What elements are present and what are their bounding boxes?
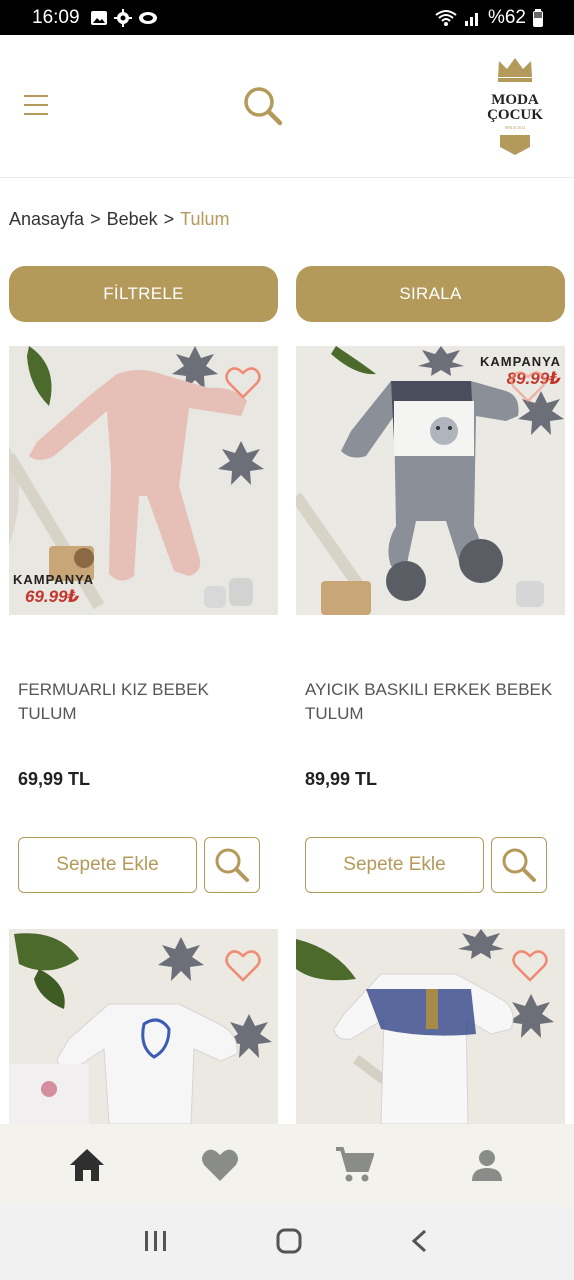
product-card[interactable]: [9, 929, 278, 1124]
breadcrumb-separator: >: [163, 209, 175, 229]
image-icon: [90, 10, 107, 25]
heart-outline-icon: [512, 950, 548, 982]
quick-view-button[interactable]: [491, 837, 547, 893]
menu-button[interactable]: [22, 91, 50, 119]
nav-cart[interactable]: [324, 1135, 384, 1195]
app-header: MODA ÇOCUK SINCE 2012: [0, 35, 574, 178]
status-bar: 16:09 %62: [0, 0, 574, 35]
product-card[interactable]: KAMPANYA 69.99₺ FERMUARLI KIZ BEBEK TULU…: [9, 346, 278, 906]
product-image[interactable]: [9, 929, 278, 1124]
gear-icon: [113, 8, 132, 27]
heart-outline-icon: [510, 371, 546, 403]
heart-icon: [202, 1149, 239, 1181]
logo-line1: MODA: [491, 92, 539, 108]
badge-title: KAMPANYA: [13, 572, 94, 587]
campaign-badge: KAMPANYA 69.99₺: [13, 572, 94, 607]
system-back-button[interactable]: [409, 1228, 431, 1259]
add-to-cart-button[interactable]: Sepete Ekle: [18, 837, 197, 893]
status-left: 16:09: [32, 7, 158, 29]
breadcrumb-separator: >: [90, 209, 101, 229]
recent-apps-icon: [145, 1230, 166, 1251]
product-card[interactable]: [296, 929, 565, 1124]
product-card[interactable]: KAMPANYA 89.99₺ AYICIK BASKILI ERKEK BEB…: [296, 346, 565, 906]
signal-icon: [464, 12, 478, 26]
favorite-button[interactable]: [511, 947, 549, 983]
product-image[interactable]: KAMPANYA 89.99₺: [296, 346, 565, 615]
filter-button[interactable]: FİLTRELE: [9, 266, 278, 322]
nav-account[interactable]: [457, 1135, 517, 1195]
user-icon: [472, 1150, 503, 1181]
product-price: 89,99 TL: [305, 769, 378, 789]
nav-home[interactable]: [57, 1135, 117, 1195]
search-button[interactable]: [242, 85, 284, 127]
status-time: 16:09: [32, 6, 80, 28]
logo-line2: ÇOCUK: [487, 107, 543, 123]
favorite-button[interactable]: [224, 364, 262, 400]
favorite-button[interactable]: [509, 368, 547, 404]
home-circle-icon: [276, 1228, 302, 1253]
search-icon: [502, 848, 536, 882]
status-notification-icons: [90, 8, 158, 27]
battery-icon: [533, 8, 543, 27]
brand-logo[interactable]: MODA ÇOCUK SINCE 2012: [480, 55, 550, 159]
system-nav: [0, 1206, 574, 1280]
product-price: 69,99 TL: [18, 769, 91, 789]
sort-button[interactable]: SIRALA: [296, 266, 565, 322]
system-home-button[interactable]: [275, 1227, 303, 1260]
battery-level: %62: [487, 6, 526, 28]
heart-outline-icon: [225, 367, 261, 399]
wifi-icon: [435, 9, 457, 26]
product-image[interactable]: [296, 929, 565, 1124]
home-icon: [69, 1149, 104, 1181]
logo-shield: [500, 135, 530, 155]
back-icon: [411, 1229, 427, 1252]
add-to-cart-button[interactable]: Sepete Ekle: [305, 837, 484, 893]
heart-outline-icon: [225, 950, 261, 982]
app-screen: 16:09 %62 MODA ÇOCUK SINCE 2012 Anasayfa…: [0, 0, 574, 1280]
status-right: %62: [434, 7, 544, 29]
search-icon: [215, 848, 249, 882]
badge-price: 69.99₺: [25, 587, 80, 606]
logo-since: SINCE 2012: [505, 125, 526, 130]
nav-favorites[interactable]: [190, 1135, 250, 1195]
recent-apps-button[interactable]: [143, 1228, 169, 1259]
bottom-nav: [0, 1124, 574, 1206]
product-image[interactable]: KAMPANYA 69.99₺: [9, 346, 278, 615]
favorite-button[interactable]: [224, 947, 262, 983]
crown-icon: [498, 58, 532, 82]
product-name[interactable]: AYICIK BASKILI ERKEK BEBEK TULUM: [305, 678, 555, 726]
badge-title: KAMPANYA: [480, 354, 561, 369]
breadcrumb-home[interactable]: Anasayfa: [9, 209, 84, 230]
menu-icon: [24, 95, 48, 115]
cart-icon: [335, 1147, 374, 1182]
quick-view-button[interactable]: [204, 837, 260, 893]
breadcrumb-current: Tulum: [180, 209, 230, 229]
cloud-icon: [138, 11, 157, 24]
breadcrumb: Anasayfa > Bebek > Tulum: [9, 209, 229, 230]
search-icon: [244, 87, 283, 126]
product-name[interactable]: FERMUARLI KIZ BEBEK TULUM: [18, 678, 268, 726]
breadcrumb-bebek[interactable]: Bebek: [107, 209, 158, 230]
